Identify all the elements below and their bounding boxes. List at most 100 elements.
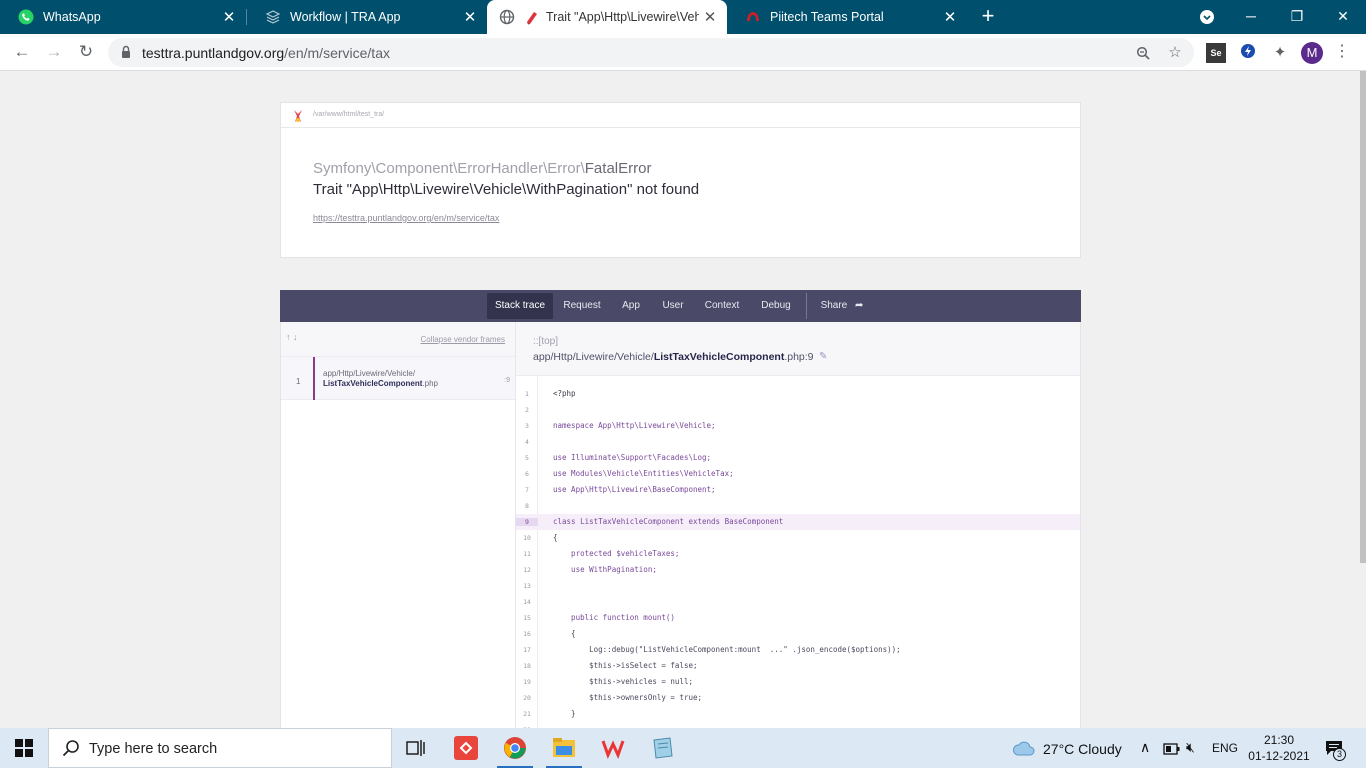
weather-text[interactable]: 27°C Cloudy — [1043, 741, 1122, 757]
clock[interactable]: 21:30 01-12-2021 — [1248, 732, 1310, 764]
speaker-muted-icon[interactable]: 🔇︎ — [1186, 739, 1195, 756]
url-path: /en/m/service/tax — [284, 45, 390, 61]
task-view-icon[interactable] — [392, 728, 440, 768]
code-line: 9 class ListTaxVehicleComponent extends B… — [516, 514, 1080, 530]
collapse-vendor-frames-link[interactable]: Collapse vendor frames — [421, 335, 505, 344]
restore-icon[interactable]: ❐ — [1274, 0, 1320, 34]
code-line: 1 <?php — [516, 386, 1080, 402]
line-number: 1 — [525, 390, 529, 398]
close-icon[interactable]: ✕ — [218, 8, 240, 26]
code-header: ::[top] app/Http/Livewire/Vehicle/ListTa… — [516, 322, 1080, 376]
line-number: 4 — [525, 438, 529, 446]
layers-icon — [265, 10, 281, 24]
tab-request[interactable]: Request — [559, 293, 605, 319]
code-line: 4 — [516, 434, 1080, 450]
app-path: /var/www/html/test_tra/ — [313, 111, 385, 118]
bookmark-star-icon[interactable]: ☆ — [1164, 42, 1186, 64]
tab-stack-trace[interactable]: Stack trace — [487, 293, 553, 319]
frame-line: :9 — [504, 377, 510, 384]
anydesk-app-icon[interactable] — [442, 728, 490, 768]
code-text: class ListTaxVehicleComponent extends Ba… — [553, 517, 784, 526]
code-text: namespace App\Http\Livewire\Vehicle; — [553, 421, 716, 430]
address-bar[interactable]: testtra.puntlandgov.org/en/m/service/tax… — [108, 38, 1194, 67]
code-line: 8 — [516, 498, 1080, 514]
reload-icon[interactable]: ↻ — [72, 38, 100, 66]
back-icon[interactable]: ← — [8, 38, 36, 66]
frame-file: ListTaxVehicleComponent — [323, 379, 423, 388]
url-text[interactable]: testtra.puntlandgov.org/en/m/service/tax — [142, 45, 390, 61]
windows-taskbar: Type here to search 27°C Cloudy ∧ 🔇︎ ENG… — [0, 728, 1366, 768]
tab-whatsapp[interactable]: WhatsApp ✕ — [0, 0, 246, 34]
exception-class: Symfony\Component\ErrorHandler\Error\Fat… — [313, 160, 651, 177]
chrome-app-icon[interactable] — [491, 728, 539, 768]
page-viewport: /var/www/html/test_tra/ Symfony\Componen… — [0, 71, 1359, 728]
file-explorer-app-icon[interactable] — [540, 728, 588, 768]
code-line: 5 use Illuminate\Support\Facades\Log; — [516, 450, 1080, 466]
menu-dots-icon[interactable]: ⋮ — [1334, 42, 1350, 64]
globe-icon — [499, 9, 515, 25]
close-icon[interactable]: ✕ — [459, 8, 481, 26]
code-line: 2 — [516, 402, 1080, 418]
line-number: 12 — [523, 566, 531, 574]
line-number: 17 — [523, 646, 531, 654]
tab-error-page[interactable]: Trait "App\Http\Livewire\Vehic ✕ — [487, 0, 727, 34]
notification-count: 3 — [1333, 748, 1346, 761]
extensions-puzzle-icon[interactable]: ✦ — [1270, 43, 1290, 63]
request-url-link[interactable]: https://testtra.puntlandgov.org/en/m/ser… — [313, 213, 499, 223]
code-text: protected $vehicleTaxes; — [553, 549, 680, 558]
close-icon[interactable]: ✕ — [939, 8, 961, 26]
tab-debug[interactable]: Debug — [755, 293, 797, 319]
edit-pencil-icon[interactable]: ✎ — [819, 351, 827, 362]
selenium-extension-icon[interactable]: Se — [1206, 43, 1226, 63]
code-text: <?php — [553, 389, 576, 398]
close-icon[interactable]: ✕ — [699, 8, 721, 26]
taskbar-search-input[interactable]: Type here to search — [48, 728, 392, 768]
weather-icon[interactable] — [1012, 739, 1036, 762]
zoom-icon[interactable] — [1132, 42, 1154, 64]
language-indicator[interactable]: ENG — [1212, 741, 1238, 755]
code-text: { — [553, 629, 576, 638]
chevron-up-icon[interactable]: ∧ — [1140, 739, 1150, 756]
tab-search-icon[interactable] — [1184, 0, 1230, 34]
notepad-app-icon[interactable] — [638, 728, 686, 768]
tab-app[interactable]: App — [615, 293, 647, 319]
line-number: 19 — [523, 678, 531, 686]
frames-list: ↑ ↓ Collapse vendor frames 1 app/Http/Li… — [281, 322, 516, 728]
ignition-logo-icon — [294, 110, 302, 122]
tab-workflow[interactable]: Workflow | TRA App ✕ — [247, 0, 487, 34]
frame-number: 1 — [296, 377, 301, 386]
code-text: $this->isSelect = false; — [553, 661, 698, 670]
line-number: 16 — [523, 630, 531, 638]
start-button[interactable] — [0, 728, 48, 768]
tab-context[interactable]: Context — [700, 293, 744, 319]
exception-namespace: Symfony\Component\ErrorHandler\Error\ — [313, 160, 585, 177]
tab-title: Trait "App\Http\Livewire\Vehic — [546, 10, 699, 24]
notifications-icon[interactable]: 3 — [1322, 737, 1348, 761]
whatsapp-icon — [18, 9, 34, 25]
forward-icon[interactable]: → — [40, 38, 68, 66]
frame-arrows-icon[interactable]: ↑ ↓ — [286, 332, 298, 342]
code-text: public function mount() — [553, 613, 675, 622]
share-icon: ➦ — [855, 300, 864, 311]
ignition-nav: Stack trace Request App User Context Deb… — [280, 290, 1081, 322]
close-window-icon[interactable]: ✕ — [1320, 0, 1366, 34]
battery-icon[interactable] — [1163, 742, 1181, 760]
line-number: 10 — [523, 534, 531, 542]
tab-share[interactable]: Share ➦ — [816, 293, 868, 319]
stack-frame[interactable]: 1 app/Http/Livewire/Vehicle/ ListTaxVehi… — [281, 357, 515, 400]
wps-office-app-icon[interactable] — [589, 728, 637, 768]
exception-message: Trait "App\Http\Livewire\Vehicle\WithPag… — [313, 181, 700, 198]
error-card: /var/www/html/test_tra/ Symfony\Componen… — [280, 102, 1081, 258]
minimize-icon[interactable]: ─ — [1228, 0, 1274, 34]
tab-user[interactable]: User — [657, 293, 689, 319]
bolt-extension-icon[interactable] — [1238, 43, 1258, 63]
new-tab-button[interactable]: + — [976, 3, 1000, 31]
code-snippet: 1 <?php 2 3 namespace App\Http\Livewire\Vehi… — [516, 376, 1080, 728]
tab-strip: WhatsApp ✕ Workflow | TRA App ✕ Trait "A… — [0, 0, 1366, 34]
scrollbar-thumb[interactable] — [1360, 71, 1366, 563]
tab-title: Workflow | TRA App — [290, 10, 401, 24]
profile-avatar[interactable]: M — [1301, 42, 1323, 64]
lock-icon — [122, 45, 130, 58]
tab-teams[interactable]: Piitech Teams Portal ✕ — [727, 0, 967, 34]
code-line: 11 protected $vehicleTaxes; — [516, 546, 1080, 562]
